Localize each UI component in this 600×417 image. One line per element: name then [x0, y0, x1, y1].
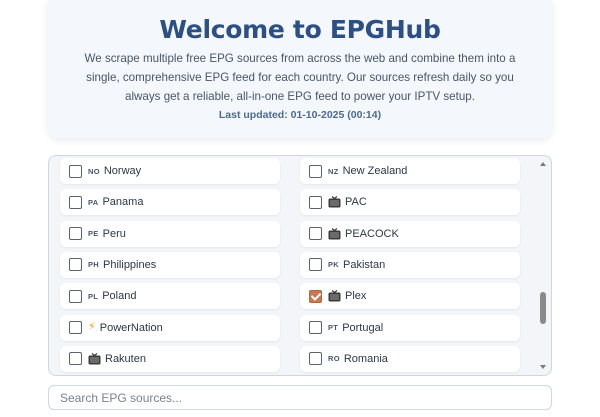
- scrollbar-thumb[interactable]: [540, 292, 546, 324]
- source-label: Poland: [102, 290, 137, 303]
- intro-description: We scrape multiple free EPG sources from…: [84, 52, 516, 103]
- source-item[interactable]: Plex: [300, 283, 520, 310]
- source-item[interactable]: PEACOCK: [300, 220, 520, 247]
- country-code: NZ: [328, 166, 339, 176]
- source-label: Portugal: [342, 321, 384, 334]
- country-code: PK: [328, 260, 340, 270]
- source-item[interactable]: PH Philippines: [60, 251, 280, 278]
- source-list-scrollbar[interactable]: [537, 156, 551, 375]
- source-label: Romania: [343, 352, 388, 365]
- source-label: Norway: [103, 165, 142, 177]
- source-item[interactable]: Rakuten: [60, 345, 280, 372]
- source-checkbox[interactable]: [69, 321, 82, 334]
- source-checkbox[interactable]: [309, 164, 322, 178]
- source-checkbox[interactable]: [69, 289, 82, 303]
- source-checkbox[interactable]: [309, 289, 322, 303]
- country-code: PE: [88, 229, 99, 239]
- source-item[interactable]: PA Panama: [60, 189, 280, 216]
- source-label: Panama: [102, 196, 144, 209]
- tv-icon: [88, 352, 105, 365]
- source-item[interactable]: PAC: [300, 189, 520, 216]
- source-checkbox[interactable]: [69, 227, 82, 241]
- source-label: PEACOCK: [345, 227, 399, 240]
- last-updated-text: Last updated: 01-10-2025 (00:14): [218, 109, 382, 121]
- source-item[interactable]: PK Pakistan: [300, 251, 520, 278]
- country-code: RO: [328, 354, 340, 364]
- search-input[interactable]: [48, 385, 552, 410]
- tv-icon: [328, 196, 345, 208]
- source-item[interactable]: PE Peru: [60, 220, 280, 247]
- source-checkbox[interactable]: [69, 195, 82, 209]
- scroll-down-arrow-icon[interactable]: [540, 365, 546, 369]
- source-checkbox[interactable]: [69, 352, 82, 366]
- source-checkbox[interactable]: [309, 258, 322, 272]
- source-item[interactable]: NO Norway: [60, 158, 280, 184]
- country-code: PA: [88, 197, 99, 207]
- source-label: Peru: [102, 227, 126, 240]
- source-checkbox[interactable]: [69, 258, 82, 272]
- source-label: Plex: [345, 290, 367, 303]
- source-item[interactable]: RO Romania: [300, 345, 520, 372]
- country-code: PH: [88, 260, 100, 270]
- source-label: Rakuten: [105, 352, 146, 365]
- tv-icon: [328, 227, 345, 240]
- source-label: PowerNation: [99, 321, 163, 334]
- welcome-panel: Welcome to EPGHub We scrape multiple fre…: [48, 0, 552, 138]
- country-code: PL: [88, 291, 99, 301]
- source-item[interactable]: ⚡ PowerNation: [60, 314, 280, 341]
- source-checkbox[interactable]: [69, 164, 82, 178]
- source-label: PAC: [345, 196, 367, 209]
- source-checkbox[interactable]: [309, 195, 322, 209]
- country-code: PT: [328, 323, 339, 332]
- source-item[interactable]: PT Portugal: [300, 314, 520, 341]
- lightning-icon: ⚡: [88, 321, 96, 333]
- source-item[interactable]: NZ New Zealand: [300, 158, 520, 184]
- country-code: NO: [88, 166, 100, 176]
- source-label: New Zealand: [342, 165, 408, 177]
- source-checkbox[interactable]: [309, 352, 322, 366]
- source-label: Pakistan: [343, 258, 386, 271]
- source-item[interactable]: PL Poland: [60, 283, 280, 310]
- epg-source-list[interactable]: NO Norway PA Panama PE Peru PH Philippines PL Pol…: [48, 155, 552, 376]
- page-title: Welcome to EPGHub: [159, 15, 441, 44]
- source-checkbox[interactable]: [309, 227, 322, 241]
- source-label: Philippines: [103, 258, 157, 271]
- source-checkbox[interactable]: [309, 321, 322, 334]
- tv-icon: [328, 290, 345, 302]
- scroll-up-arrow-icon[interactable]: [540, 162, 546, 166]
